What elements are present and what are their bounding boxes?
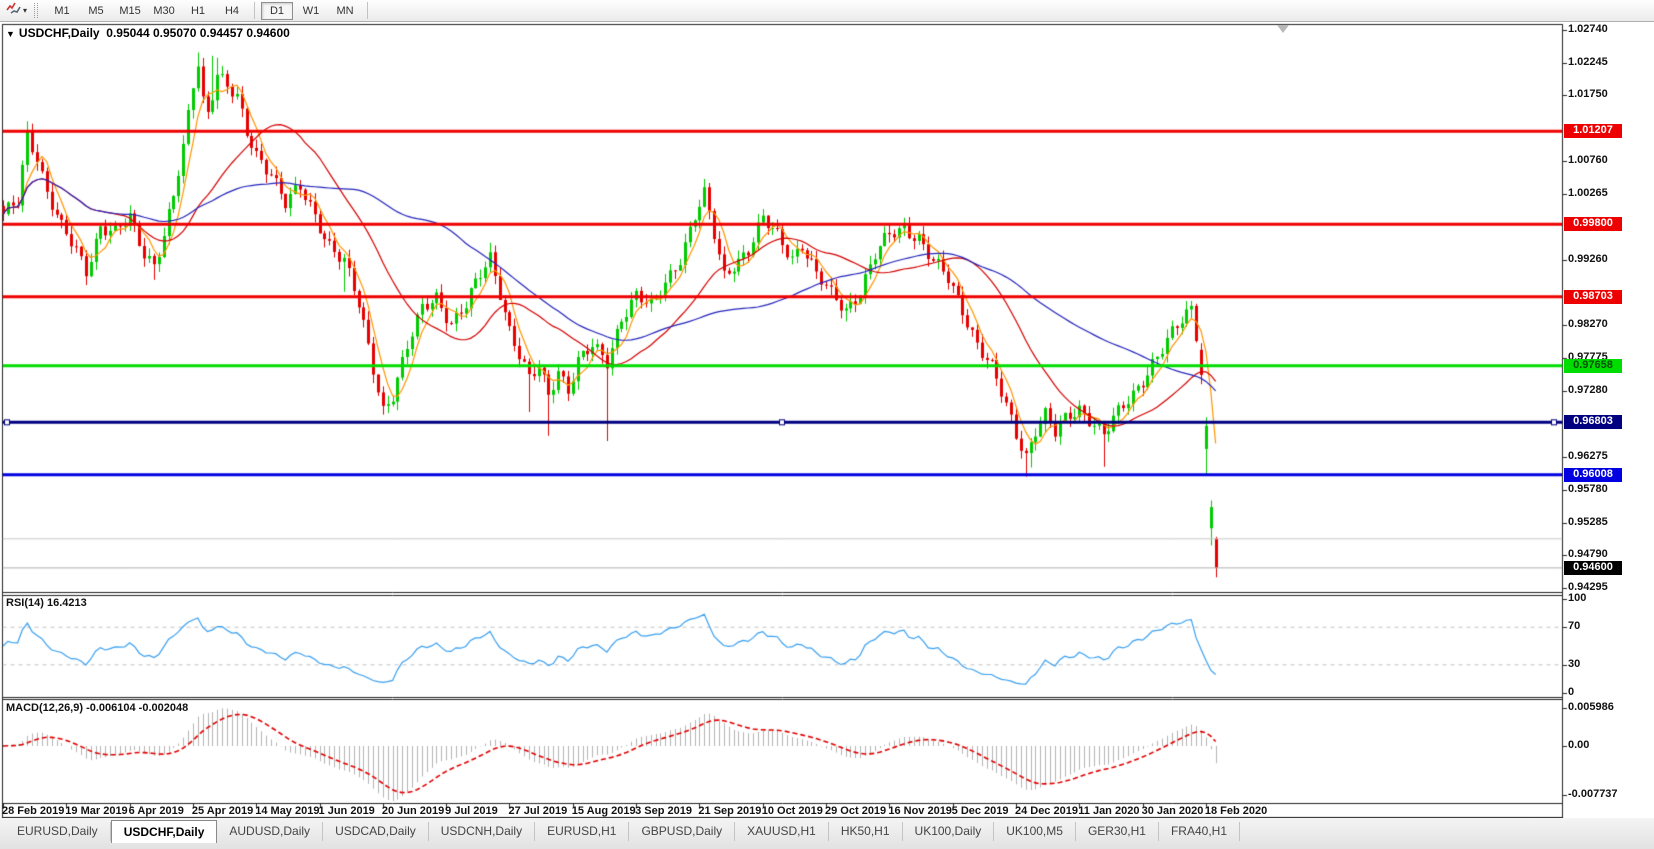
timeframe-button-d1[interactable]: D1 — [261, 2, 293, 20]
date-label: 3 Sep 2019 — [635, 805, 692, 817]
chart-shift-marker[interactable] — [1277, 25, 1289, 33]
symbol-menu-caret[interactable]: ▼ — [6, 29, 15, 39]
toolbar-grip[interactable] — [34, 3, 38, 18]
timeframe-button-m1[interactable]: M1 — [46, 2, 78, 20]
chart-tab-fra40-h1[interactable]: FRA40,H1 — [1159, 822, 1240, 841]
timeframe-button-m30[interactable]: M30 — [148, 2, 180, 20]
hline-price-tag[interactable]: 1.01207 — [1564, 124, 1622, 138]
rsi-axis-tick: 70 — [1568, 620, 1580, 632]
hline-price-tag[interactable]: 0.96008 — [1564, 468, 1622, 482]
timeframe-button-w1[interactable]: W1 — [295, 2, 327, 20]
price-axis-tick: 1.00265 — [1568, 187, 1608, 199]
chevron-down-icon: ▾ — [23, 6, 27, 15]
date-label: 6 Apr 2019 — [129, 805, 184, 817]
macd-axis-tick: 0.00 — [1568, 739, 1589, 751]
timeframe-button-m5[interactable]: M5 — [80, 2, 112, 20]
hline-price-tag[interactable]: 0.97658 — [1564, 359, 1622, 373]
chart-tab-uk100-daily[interactable]: UK100,Daily — [903, 822, 995, 841]
date-label: 15 Aug 2019 — [572, 805, 636, 817]
date-label: 1 Jun 2019 — [319, 805, 375, 817]
price-axis-tick: 1.02740 — [1568, 23, 1608, 35]
date-label: 21 Sep 2019 — [698, 805, 761, 817]
macd-axis-tick: 0.005986 — [1568, 701, 1614, 713]
timeframe-button-h1[interactable]: H1 — [182, 2, 214, 20]
date-label: 20 Jun 2019 — [382, 805, 444, 817]
chart-tab-gbpusd-daily[interactable]: GBPUSD,Daily — [629, 822, 735, 841]
chart-tab-audusd-daily[interactable]: AUDUSD,Daily — [217, 822, 323, 841]
chart-tab-ger30-h1[interactable]: GER30,H1 — [1076, 822, 1159, 841]
date-label: 9 Jul 2019 — [445, 805, 498, 817]
rsi-axis-tick: 0 — [1568, 686, 1574, 698]
date-label: 14 May 2019 — [255, 805, 319, 817]
date-label: 30 Jan 2020 — [1142, 805, 1204, 817]
chart-title: ▼ USDCHF,Daily 0.95044 0.95070 0.94457 0.… — [6, 26, 290, 40]
chart-tab-bar: EURUSD,DailyUSDCHF,DailyAUDUSD,DailyUSDC… — [0, 818, 1654, 849]
chart-tab-eurusd-h1[interactable]: EURUSD,H1 — [535, 822, 629, 841]
date-label: 25 Apr 2019 — [192, 805, 253, 817]
macd-label: MACD(12,26,9) -0.006104 -0.002048 — [6, 702, 188, 714]
chart-updown-icon — [6, 1, 21, 20]
date-label: 27 Jul 2019 — [508, 805, 567, 817]
timeframe-buttons: M1M5M15M30H1H4 D1W1MN — [45, 0, 373, 22]
price-axis-tick: 1.01750 — [1568, 88, 1608, 100]
price-axis-tick: 0.98270 — [1568, 318, 1608, 330]
hline-price-tag[interactable]: 0.96803 — [1564, 415, 1622, 429]
price-axis-tick: 0.95780 — [1568, 483, 1608, 495]
price-chart-canvas[interactable] — [0, 22, 1654, 818]
symbol-title: USDCHF,Daily — [19, 26, 100, 40]
price-axis-tick: 0.97280 — [1568, 384, 1608, 396]
price-axis-tick: 1.00760 — [1568, 154, 1608, 166]
timeframe-button-h4[interactable]: H4 — [216, 2, 248, 20]
chart-tab-usdchf-daily[interactable]: USDCHF,Daily — [111, 820, 218, 843]
chart-tab-usdcad-daily[interactable]: USDCAD,Daily — [323, 822, 429, 841]
date-label: 16 Nov 2019 — [888, 805, 952, 817]
date-label: 10 Oct 2019 — [762, 805, 823, 817]
rsi-axis-tick: 100 — [1568, 592, 1586, 604]
date-label: 29 Oct 2019 — [825, 805, 886, 817]
rsi-label: RSI(14) 16.4213 — [6, 597, 87, 609]
toolbar-divider — [254, 2, 255, 19]
price-axis-tick: 0.96275 — [1568, 450, 1608, 462]
chart-tab-eurusd-daily[interactable]: EURUSD,Daily — [5, 822, 111, 841]
date-label: 18 Feb 2020 — [1205, 805, 1267, 817]
chart-mode-button[interactable]: ▾ — [2, 2, 31, 20]
macd-axis-tick: -0.007737 — [1568, 788, 1618, 800]
timeframe-button-mn[interactable]: MN — [329, 2, 361, 20]
date-label: 28 Feb 2019 — [2, 805, 64, 817]
price-axis-tick: 0.95285 — [1568, 516, 1608, 528]
price-axis-tick: 0.94790 — [1568, 548, 1608, 560]
trading-platform-window: ▾ M1M5M15M30H1H4 D1W1MN ▼ USDCHF,Daily 0.9… — [0, 0, 1654, 849]
chart-tab-uk100-m5[interactable]: UK100,M5 — [994, 822, 1076, 841]
hline-price-tag[interactable]: 0.99800 — [1564, 217, 1622, 231]
chart-tab-usdcnh-daily[interactable]: USDCNH,Daily — [429, 822, 535, 841]
price-axis-tick: 1.02245 — [1568, 56, 1608, 68]
date-label: 5 Dec 2019 — [952, 805, 1009, 817]
date-label: 11 Jan 2020 — [1078, 805, 1139, 817]
ohlc-values: 0.95044 0.95070 0.94457 0.94600 — [106, 26, 290, 40]
chart-tab-xauusd-h1[interactable]: XAUUSD,H1 — [735, 822, 829, 841]
date-label: 19 Mar 2019 — [65, 805, 127, 817]
toolbar-divider — [367, 2, 368, 19]
date-label: 24 Dec 2019 — [1015, 805, 1078, 817]
timeframe-button-m15[interactable]: M15 — [114, 2, 146, 20]
price-axis-tick: 0.99260 — [1568, 253, 1608, 265]
current-price-tag: 0.94600 — [1564, 561, 1622, 575]
rsi-axis-tick: 30 — [1568, 658, 1580, 670]
timeframe-toolbar: ▾ M1M5M15M30H1H4 D1W1MN — [0, 0, 1654, 22]
chart-tab-hk50-h1[interactable]: HK50,H1 — [829, 822, 903, 841]
hline-price-tag[interactable]: 0.98703 — [1564, 290, 1622, 304]
